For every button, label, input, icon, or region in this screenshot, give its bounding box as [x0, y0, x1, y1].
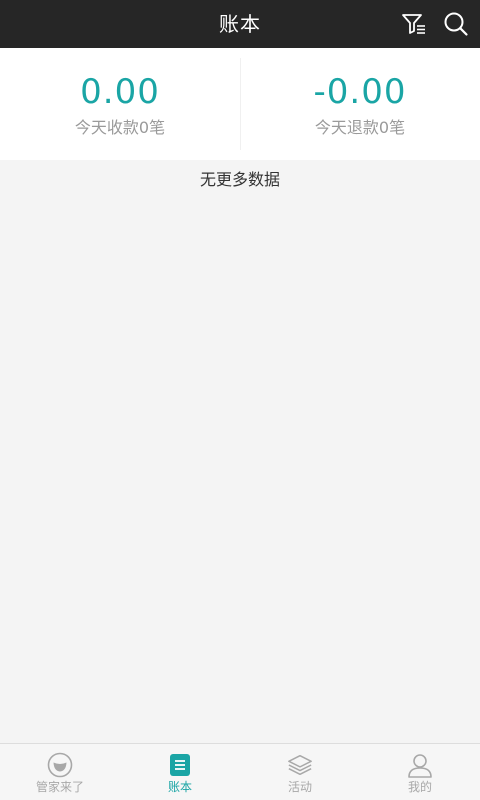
- nav-item-ledger[interactable]: 账本: [120, 744, 240, 800]
- daily-summary: 0.00 今天收款0笔 -0.00 今天退款0笔: [0, 48, 480, 160]
- top-bar: 账本: [0, 0, 480, 48]
- smile-icon: [47, 752, 73, 778]
- refund-summary[interactable]: -0.00 今天退款0笔: [240, 48, 480, 160]
- nav-label-activity: 活动: [287, 780, 312, 794]
- user-icon: [408, 754, 432, 778]
- app-screen: 账本 0.00 今天收款0笔 -0.00 今天退款0笔 无更多数据 管家来了 账…: [0, 0, 480, 800]
- nav-label-mine: 我的: [407, 780, 432, 794]
- bottom-nav: 管家来了 账本 活动 我的: [0, 743, 480, 800]
- nav-item-mine[interactable]: 我的: [360, 744, 480, 800]
- income-summary[interactable]: 0.00 今天收款0笔: [0, 48, 240, 160]
- filter-button[interactable]: [394, 0, 434, 48]
- income-amount: 0.00: [80, 72, 160, 112]
- ledger-icon: [170, 754, 190, 776]
- nav-label-butler: 管家来了: [35, 780, 84, 794]
- layers-icon: [288, 754, 312, 776]
- no-more-data-text: 无更多数据: [199, 170, 280, 189]
- refund-amount: -0.00: [313, 72, 407, 112]
- nav-item-butler[interactable]: 管家来了: [0, 744, 120, 800]
- nav-item-activity[interactable]: 活动: [240, 744, 360, 800]
- search-button[interactable]: [436, 0, 476, 48]
- refund-count-label: 今天退款0笔: [314, 118, 406, 137]
- income-count-label: 今天收款0笔: [74, 118, 166, 137]
- filter-icon: [402, 14, 425, 34]
- nav-label-ledger: 账本: [167, 780, 192, 794]
- search-icon: [444, 12, 468, 36]
